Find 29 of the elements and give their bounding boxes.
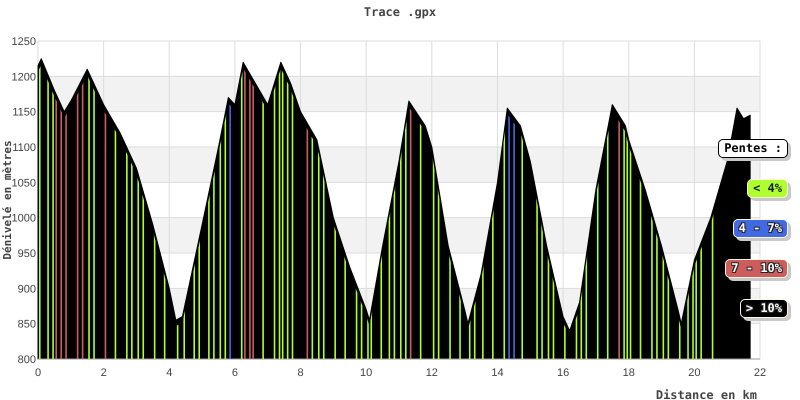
y-tick-label: 1000 bbox=[12, 212, 36, 225]
x-tick-label: 0 bbox=[34, 367, 42, 379]
y-tick-label: 800 bbox=[18, 354, 36, 366]
x-tick-label: 8 bbox=[297, 367, 304, 379]
y-tick-label: 1150 bbox=[12, 106, 36, 119]
x-tick-label: 10 bbox=[360, 367, 372, 379]
y-tick-label: 950 bbox=[18, 248, 36, 260]
x-tick-label: 14 bbox=[491, 367, 504, 379]
x-tick-label: 2 bbox=[100, 367, 107, 379]
x-tick-label: 22 bbox=[754, 367, 766, 379]
y-tick-label: 1050 bbox=[12, 177, 36, 190]
legend-item: 4 - 7% bbox=[732, 219, 788, 238]
x-tick-label: 6 bbox=[232, 367, 238, 379]
y-tick-label: 850 bbox=[18, 318, 36, 331]
x-tick-label: 12 bbox=[426, 367, 438, 379]
y-tick-label: 900 bbox=[18, 283, 36, 296]
x-axis-title: Distance en km bbox=[656, 388, 757, 400]
y-tick-label: 1250 bbox=[12, 36, 36, 48]
y-tick-label: 1100 bbox=[12, 142, 36, 154]
x-tick-label: 20 bbox=[688, 367, 700, 379]
chart-title: Trace .gpx bbox=[364, 5, 436, 19]
x-tick-label: 16 bbox=[556, 367, 570, 379]
legend-item: < 4% bbox=[747, 179, 788, 198]
legend-item: 7 - 10% bbox=[725, 259, 788, 278]
x-tick-label: 4 bbox=[166, 367, 172, 379]
x-tick-label: 18 bbox=[622, 367, 635, 379]
legend-item: > 10% bbox=[740, 299, 788, 318]
legend-title: Pentes : bbox=[718, 139, 788, 158]
y-tick-label: 1200 bbox=[12, 71, 36, 84]
